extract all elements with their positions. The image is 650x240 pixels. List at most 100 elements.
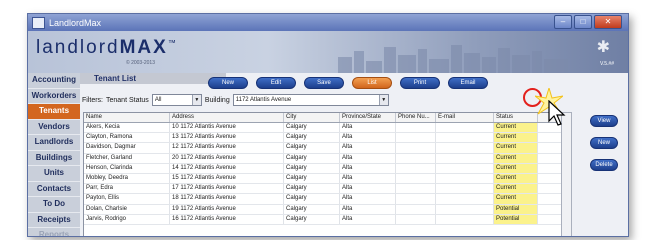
cell-province: Alta [340,143,396,153]
cell-city: Calgary [284,204,340,214]
version-label: V.5.## [600,61,614,67]
column-header-phone[interactable]: Phone Nu... [396,113,436,122]
cell-city: Calgary [284,133,340,143]
table-row[interactable]: Parr, Edra 17 1172 Atlantis Avenue Calgary… [84,184,562,195]
cell-city: Calgary [284,153,340,163]
cell-address: 13 1172 Atlantis Avenue [170,133,284,143]
app-window: LandlordMax – □ ✕ landlordMAX™ © 2003-20… [27,13,629,237]
sidebar-item-vendors[interactable]: Vendors [28,120,80,135]
sidebar-item-receipts[interactable]: Receipts [28,213,80,228]
cell-province: Alta [340,204,396,214]
table-row[interactable]: Akers, Kecia 10 1172 Atlantis Avenue Calga… [84,123,562,134]
cell-filler [538,214,562,224]
title-bar: LandlordMax – □ ✕ [28,14,628,31]
side-new-button[interactable]: New [590,137,618,149]
cell-email [436,123,494,133]
delete-button[interactable]: Delete [590,159,618,171]
chevron-down-icon: ▼ [191,95,201,105]
table-body: Akers, Kecia 10 1172 Atlantis Avenue Calga… [84,123,562,225]
cell-address: 14 1172 Atlantis Avenue [170,163,284,173]
cell-filler [538,163,562,173]
table-row[interactable]: Fletcher, Garland 20 1172 Atlantis Avenue… [84,153,562,164]
table-row[interactable]: Dolan, Charlsie 19 1172 Atlantis Avenue Ca… [84,204,562,215]
table-row[interactable]: Mobley, Deedra 15 1172 Atlantis Avenue Cal… [84,173,562,185]
cell-filler [538,204,562,214]
cell-province: Alta [340,194,396,204]
cell-province: Alta [340,173,396,184]
cell-name: Fletcher, Garland [84,153,170,163]
minimize-icon[interactable]: – [554,15,572,29]
tenant-status-select[interactable]: All ▼ [151,94,202,106]
list-button[interactable]: List [352,77,392,89]
cell-province: Alta [340,153,396,163]
table-row[interactable]: Henson, Clarinda 14 1172 Atlantis Avenue C… [84,163,562,174]
table-scrollbar[interactable] [561,112,572,236]
cell-city: Calgary [284,123,340,133]
building-label: Building [204,96,230,104]
cell-status: Current [494,153,538,163]
column-header-province[interactable]: Province/State [340,113,396,122]
column-header-city[interactable]: City [284,113,340,122]
cell-province: Alta [340,214,396,224]
cell-email [436,143,494,153]
sidebar-item-workorders[interactable]: Workorders [28,89,80,104]
cell-email [436,214,494,224]
column-header-email[interactable]: E-mail [436,113,494,122]
sidebar-item-reports[interactable]: Reports [28,228,80,236]
cell-filler [538,194,562,204]
sidebar-item-todo[interactable]: To Do [28,197,80,213]
column-header-status[interactable]: Status [494,113,538,122]
column-header-name[interactable]: Name [84,113,170,122]
cell-status: Current [494,173,538,184]
close-icon[interactable]: ✕ [594,15,622,29]
cell-email [436,133,494,143]
cell-city: Calgary [284,184,340,194]
cell-status: Current [494,143,538,153]
column-header-address[interactable]: Address [170,113,284,122]
cell-phone [396,184,436,194]
table-row[interactable]: Clayton, Ramona 13 1172 Atlantis Avenue Ca… [84,133,562,144]
cell-status: Potential [494,204,538,214]
cell-status: Current [494,194,538,204]
email-button[interactable]: Email [448,77,488,89]
cell-city: Calgary [284,143,340,153]
table-row[interactable]: Davidson, Dagmar 12 1172 Atlantis Avenue C… [84,143,562,154]
window-controls: – □ ✕ [554,15,622,29]
table-row[interactable]: Payton, Ellis 18 1172 Atlantis Avenue Calg… [84,194,562,205]
cell-province: Alta [340,133,396,143]
sidebar-item-accounting[interactable]: Accounting [28,73,80,89]
cell-city: Calgary [284,173,340,184]
view-button[interactable]: View [590,115,618,127]
cell-address: 20 1172 Atlantis Avenue [170,153,284,163]
sidebar-item-tenants[interactable]: Tenants [28,104,80,120]
tenant-status-label: Tenant Status [106,96,149,104]
cell-name: Dolan, Charlsie [84,204,170,214]
cell-name: Henson, Clarinda [84,163,170,173]
edit-button[interactable]: Edit [256,77,296,89]
sidebar-item-contacts[interactable]: Contacts [28,182,80,197]
table-row[interactable]: Jarvis, Rodrigo 16 1172 Atlantis Avenue Ca… [84,214,562,225]
cell-address: 18 1172 Atlantis Avenue [170,194,284,204]
new-button[interactable]: New [208,77,248,89]
cell-email [436,194,494,204]
app-icon [32,16,45,29]
building-select[interactable]: 1172 Atlantis Avenue ▼ [232,94,389,106]
maximize-icon[interactable]: □ [574,15,592,29]
cell-phone [396,153,436,163]
cell-address: 15 1172 Atlantis Avenue [170,173,284,184]
cell-name: Payton, Ellis [84,194,170,204]
chevron-down-icon: ▼ [378,95,388,105]
cell-email [436,204,494,214]
window-title: LandlordMax [49,17,102,28]
cell-name: Akers, Kecia [84,123,170,133]
tenant-status-value: All [154,97,162,103]
cell-filler [538,133,562,143]
cell-status: Current [494,163,538,173]
sidebar-item-landlords[interactable]: Landlords [28,135,80,151]
sidebar-item-buildings[interactable]: Buildings [28,151,80,166]
cell-province: Alta [340,123,396,133]
save-button[interactable]: Save [304,77,344,89]
sidebar-item-units[interactable]: Units [28,166,80,182]
cell-phone [396,173,436,184]
print-button[interactable]: Print [400,77,440,89]
